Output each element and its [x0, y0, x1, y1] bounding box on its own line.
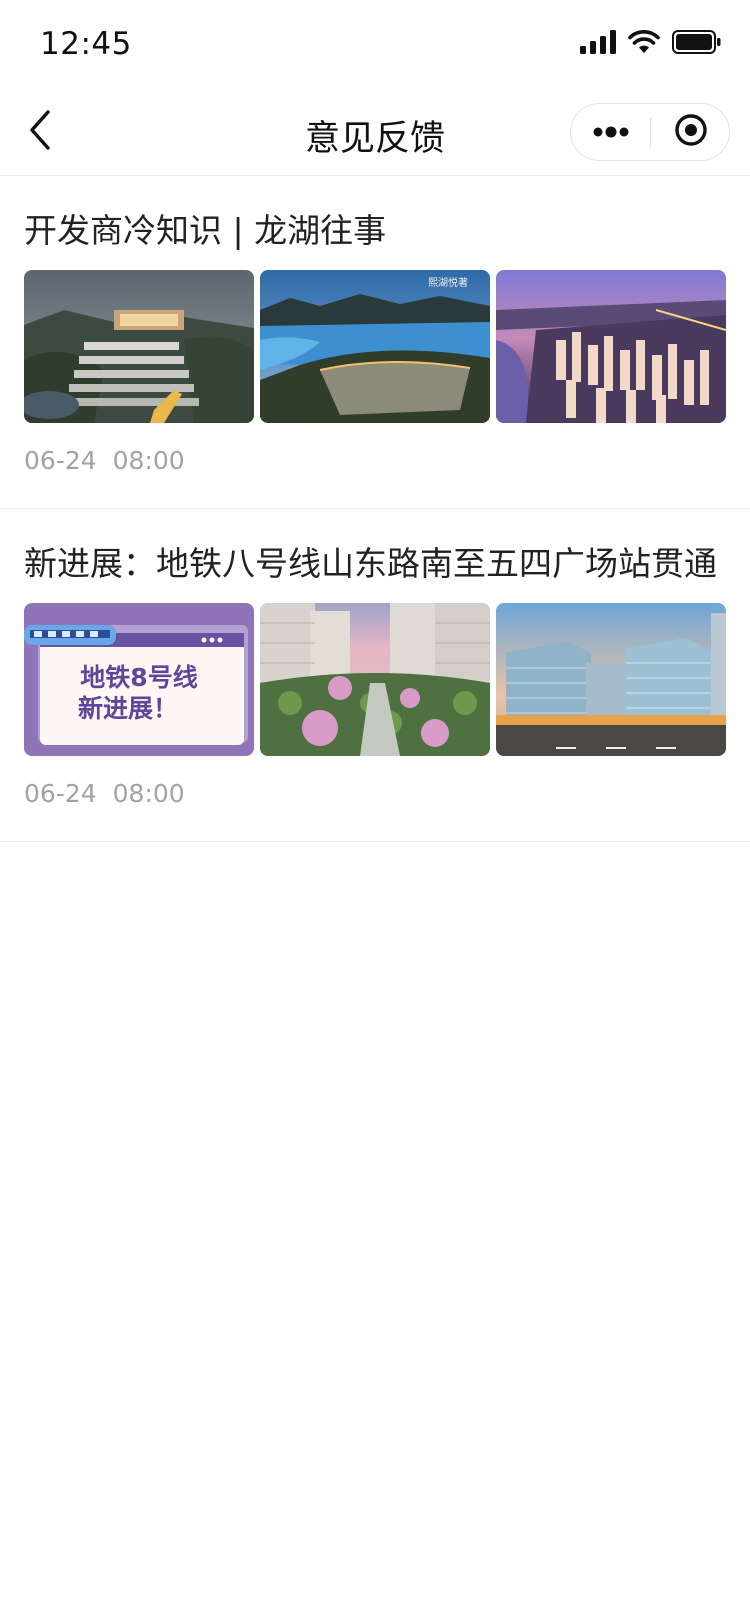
item-meta: 06-24 08:00 [24, 779, 185, 808]
metro-graphic-line1: 地铁8号线 [80, 663, 197, 692]
target-icon [674, 113, 708, 151]
close-miniprogram-button[interactable] [651, 104, 730, 160]
item-time: 08:00 [112, 779, 185, 808]
metro-line-8-graphic[interactable]: 地铁8号线 新进展！ [24, 603, 254, 756]
city-skyline-night-photo[interactable] [496, 270, 726, 423]
item-meta: 06-24 08:00 [24, 446, 185, 475]
status-time: 12:45 [40, 26, 132, 62]
metro-graphic-line2: 新进展！ [78, 694, 178, 723]
nav-bar: 意见反馈 [0, 88, 750, 176]
thumbnail-row: 熙湖悦著 [24, 270, 726, 423]
photo-caption: 熙湖悦著 [428, 276, 468, 289]
battery-icon [672, 30, 722, 58]
item-date: 06-24 [24, 446, 97, 475]
commercial-complex-photo[interactable] [496, 603, 726, 756]
miniprogram-capsule [570, 103, 730, 161]
item-time: 08:00 [112, 446, 185, 475]
residential-garden-photo[interactable] [260, 603, 490, 756]
lakeside-aerial-photo[interactable]: 熙湖悦著 [260, 270, 490, 423]
feed-list: 开发商冷知识 | 龙湖往事 熙湖悦著 06-24 08:00 新进展：地铁八号线… [0, 176, 750, 842]
status-icons [580, 30, 722, 58]
thumbnail-row: 地铁8号线 新进展！ [24, 603, 726, 756]
signal-icon [580, 30, 616, 58]
item-title: 新进展：地铁八号线山东路南至五四广场站贯通 [24, 544, 717, 583]
more-button[interactable] [571, 104, 650, 160]
terraced-villa-photo[interactable] [24, 270, 254, 423]
list-item[interactable]: 新进展：地铁八号线山东路南至五四广场站贯通 地铁8号线 新进展！ 06-24 0… [0, 509, 750, 842]
list-item[interactable]: 开发商冷知识 | 龙湖往事 熙湖悦著 06-24 08:00 [0, 176, 750, 509]
wifi-icon [628, 30, 660, 58]
status-bar: 12:45 [0, 0, 750, 88]
item-date: 06-24 [24, 779, 97, 808]
item-title: 开发商冷知识 | 龙湖往事 [24, 211, 387, 250]
more-icon [593, 123, 629, 142]
